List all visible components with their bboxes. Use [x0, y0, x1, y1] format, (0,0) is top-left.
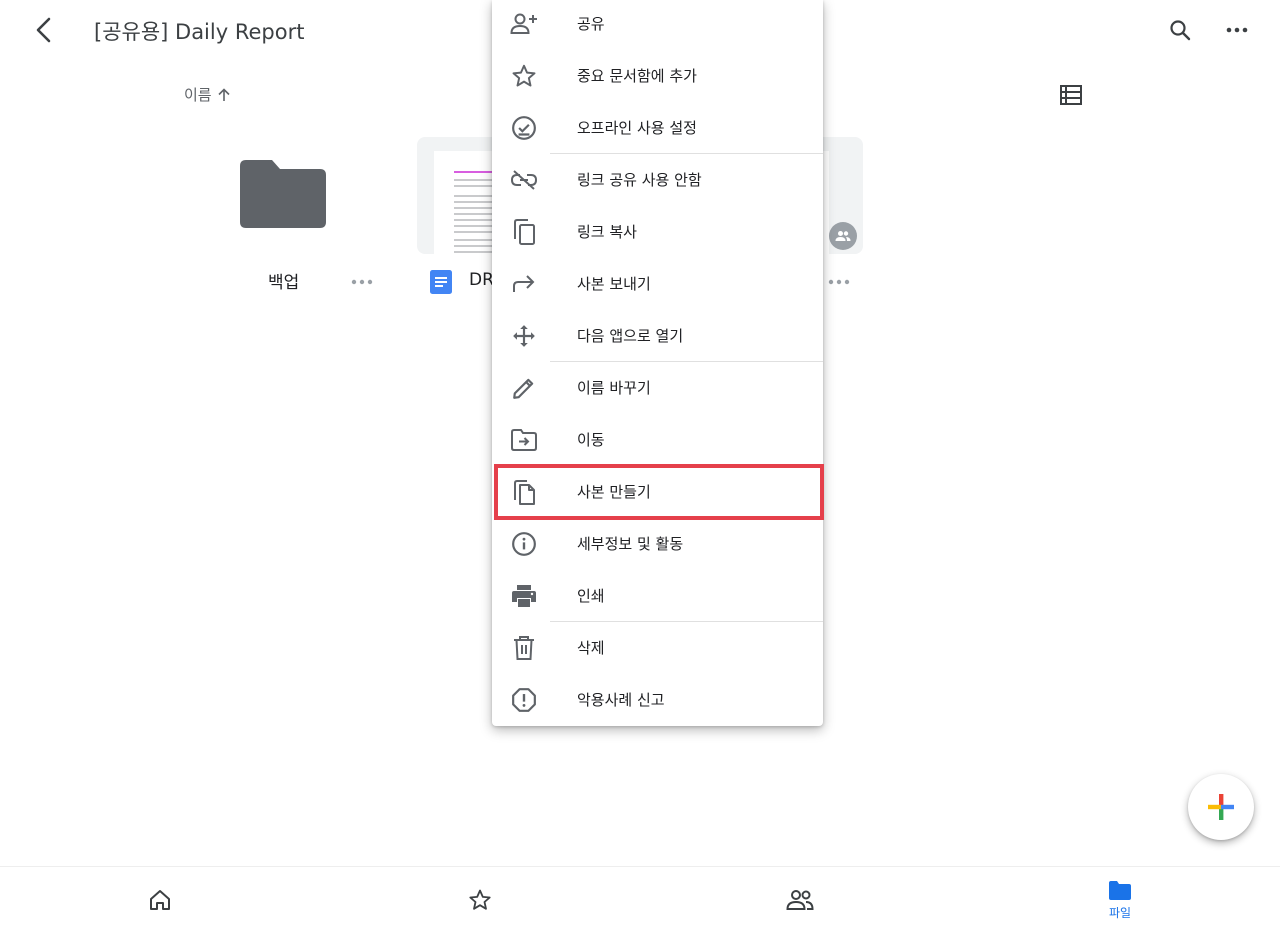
more-options-button[interactable]: [1217, 10, 1257, 50]
menu-item-label: 인쇄: [577, 587, 605, 605]
plus-multicolor-icon: [1208, 794, 1234, 820]
sort-by-name-button[interactable]: 이름: [184, 84, 232, 105]
menu-item-move[interactable]: 이동: [492, 414, 823, 466]
folder-icon: [1109, 880, 1131, 900]
search-button[interactable]: [1160, 10, 1200, 50]
move-to-folder-icon: [510, 426, 538, 454]
star-icon: [510, 62, 538, 90]
menu-item-delete[interactable]: 삭제: [492, 622, 823, 674]
open-with-icon: [510, 322, 538, 350]
highlight-box: [494, 464, 824, 520]
trash-icon: [510, 634, 538, 662]
context-menu: 공유 중요 문서함에 추가 오프라인 사용 설정 링크 공유 사용 안함 링크 …: [492, 0, 823, 726]
list-view-toggle[interactable]: [1058, 82, 1084, 108]
folder-name: 백업: [268, 273, 300, 293]
copy-icon: [510, 218, 538, 246]
menu-item-label: 링크 공유 사용 안함: [577, 171, 702, 189]
menu-item-share[interactable]: 공유: [492, 0, 823, 50]
docs-icon: [429, 270, 453, 294]
star-icon: [469, 889, 491, 910]
new-item-fab[interactable]: [1188, 774, 1254, 840]
bottom-navigation: 파일: [0, 866, 1280, 933]
folder-item[interactable]: [240, 160, 326, 230]
shared-people-icon: [786, 890, 814, 910]
nav-files[interactable]: 파일: [1080, 867, 1160, 933]
menu-item-label: 이동: [577, 431, 605, 449]
more-horizontal-icon: [828, 279, 850, 285]
arrow-up-icon: [218, 87, 230, 101]
menu-item-label: 중요 문서함에 추가: [577, 67, 697, 85]
menu-item-add-starred[interactable]: 중요 문서함에 추가: [492, 50, 823, 102]
menu-item-label: 악용사례 신고: [577, 691, 665, 709]
menu-item-label: 이름 바꾸기: [577, 379, 651, 397]
list-view-icon: [1060, 85, 1082, 105]
page-title: [공유용] Daily Report: [94, 20, 305, 44]
nav-starred[interactable]: [440, 867, 520, 933]
nav-home[interactable]: [120, 867, 200, 933]
sort-label: 이름: [184, 86, 212, 104]
menu-item-open-with[interactable]: 다음 앱으로 열기: [492, 310, 823, 362]
forward-icon: [510, 270, 538, 298]
menu-item-label: 링크 복사: [577, 223, 637, 241]
pencil-icon: [510, 374, 538, 402]
menu-item-rename[interactable]: 이름 바꾸기: [492, 362, 823, 414]
menu-item-details[interactable]: 세부정보 및 활동: [492, 518, 823, 570]
search-icon: [1170, 20, 1191, 41]
menu-item-label: 오프라인 사용 설정: [577, 119, 697, 137]
menu-item-label: 사본 보내기: [577, 275, 651, 293]
back-button[interactable]: [24, 10, 64, 50]
report-icon: [510, 686, 538, 714]
menu-item-label: 삭제: [577, 639, 605, 657]
home-icon: [150, 890, 170, 910]
folder-icon: [240, 160, 326, 228]
menu-item-report-abuse[interactable]: 악용사례 신고: [492, 674, 823, 726]
person-add-icon: [510, 10, 538, 38]
doc-name: DR: [469, 270, 494, 290]
back-arrow-icon: [36, 17, 51, 43]
shared-badge: [829, 222, 857, 250]
offline-check-icon: [510, 114, 538, 142]
menu-item-copy-link[interactable]: 링크 복사: [492, 206, 823, 258]
more-horizontal-icon: [1226, 27, 1248, 33]
menu-item-send-copy[interactable]: 사본 보내기: [492, 258, 823, 310]
info-icon: [510, 530, 538, 558]
shared-people-icon: [835, 231, 851, 241]
nav-shared[interactable]: [760, 867, 840, 933]
more-horizontal-icon: [351, 279, 373, 285]
doc-more-button[interactable]: [823, 270, 855, 294]
menu-item-print[interactable]: 인쇄: [492, 570, 823, 622]
menu-item-disable-link[interactable]: 링크 공유 사용 안함: [492, 154, 823, 206]
menu-item-label: 다음 앱으로 열기: [577, 327, 684, 345]
menu-item-label: 공유: [577, 15, 605, 33]
folder-more-button[interactable]: [346, 270, 378, 294]
menu-item-label: 세부정보 및 활동: [577, 535, 684, 553]
menu-item-offline[interactable]: 오프라인 사용 설정: [492, 102, 823, 154]
link-off-icon: [510, 166, 538, 194]
print-icon: [510, 582, 538, 610]
nav-files-label: 파일: [1108, 905, 1132, 920]
